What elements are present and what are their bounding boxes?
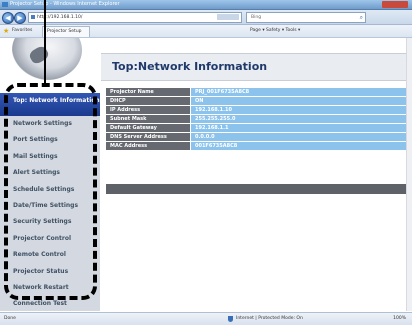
sidebar-item-projector-status[interactable]: Projector Status	[0, 264, 100, 280]
favorites-bar: ★ Favorites Projector Setup Page ▾ Safet…	[0, 25, 412, 38]
logo-swoosh	[12, 38, 82, 80]
table-row: Default Gateway 192.168.1.1	[106, 123, 412, 133]
sidebar-item-remote-control[interactable]: Remote Control	[0, 247, 100, 263]
table-row: MAC Address 001F6735A8C8	[106, 141, 412, 151]
row-value: 0.0.0.0	[191, 132, 412, 142]
table-row: Projector Name PRJ_001F6735A8C8	[106, 88, 412, 97]
window-controls[interactable]	[382, 1, 408, 8]
row-value: 001F6735A8C8	[191, 141, 412, 151]
row-label: Subnet Mask	[106, 114, 190, 124]
sidebar-item-alert-settings[interactable]: Alert Settings	[0, 165, 100, 181]
table-row: IP Address 192.168.1.10	[106, 105, 412, 115]
table-row: DNS Server Address 0.0.0.0	[106, 132, 412, 142]
sidebar-item-projector-control[interactable]: Projector Control	[0, 231, 100, 247]
sidebar-item-security-settings[interactable]: Security Settings	[0, 214, 100, 230]
row-label: Default Gateway	[106, 123, 190, 133]
row-value: 192.168.1.10	[191, 105, 412, 115]
sidebar-item-network-settings[interactable]: Network Settings	[0, 116, 100, 132]
row-label: IP Address	[106, 105, 190, 115]
row-value: PRJ_001F6735A8C8	[191, 88, 412, 97]
search-input[interactable]: Bing ⌕	[246, 12, 366, 23]
url-tools[interactable]	[217, 14, 239, 20]
sidebar: Top: Network Information Network Setting…	[0, 38, 100, 311]
back-arrow-icon: ◀	[5, 14, 11, 22]
back-button[interactable]: ◀	[2, 12, 14, 24]
logo	[0, 38, 100, 93]
security-zone-text: Internet | Protected Mode: On	[236, 316, 303, 321]
url-input[interactable]: http://192.168.1.10/	[28, 12, 242, 23]
sidebar-item-port-settings[interactable]: Port Settings	[0, 132, 100, 148]
window-titlebar: Projector Setup - Windows Internet Explo…	[0, 0, 412, 10]
forward-arrow-icon: ▶	[17, 14, 23, 22]
page-header: Top:Network Information	[101, 53, 412, 81]
row-value: 255.255.255.0	[191, 114, 412, 124]
row-value: ON	[191, 96, 412, 106]
search-placeholder: Bing	[251, 15, 262, 20]
sidebar-item-top-network-information[interactable]: Top: Network Information	[0, 93, 100, 116]
sidebar-item-date-time-settings[interactable]: Date/Time Settings	[0, 198, 100, 214]
row-label: DHCP	[106, 96, 190, 106]
row-label: DNS Server Address	[106, 132, 190, 142]
page-title: Top:Network Information	[112, 60, 268, 73]
sidebar-menu: Top: Network Information Network Setting…	[0, 93, 100, 313]
footer-band	[106, 184, 412, 194]
favorites-star-icon[interactable]: ★	[3, 25, 9, 37]
security-zone-icon	[228, 316, 233, 322]
sidebar-item-network-restart[interactable]: Network Restart	[0, 280, 100, 296]
search-icon[interactable]: ⌕	[360, 13, 363, 22]
command-bar[interactable]: Page ▾ Safety ▾ Tools ▾	[250, 25, 300, 37]
status-text: Done	[4, 316, 16, 321]
callout-pointer-line	[44, 0, 46, 86]
browser-tab-label: Projector Setup	[47, 29, 82, 34]
table-row: DHCP ON	[106, 96, 412, 106]
browser-app-icon	[2, 2, 8, 7]
row-label: MAC Address	[106, 141, 190, 151]
sidebar-item-connection-test[interactable]: Connection Test	[0, 296, 100, 312]
status-bar: Done Internet | Protected Mode: On 100%	[0, 312, 412, 325]
sidebar-item-schedule-settings[interactable]: Schedule Settings	[0, 182, 100, 198]
table-row: Subnet Mask 255.255.255.0	[106, 114, 412, 124]
zoom-level[interactable]: 100%	[393, 313, 406, 325]
row-label: Projector Name	[106, 88, 190, 97]
page-favicon	[31, 15, 35, 19]
browser-tab[interactable]: Projector Setup	[42, 26, 90, 37]
row-value: 192.168.1.1	[191, 123, 412, 133]
favorites-label[interactable]: Favorites	[12, 25, 32, 37]
address-bar: ◀ ▶ http://192.168.1.10/ Bing ⌕	[0, 10, 412, 25]
main-content: Top:Network Information Projector Name P…	[101, 38, 412, 311]
forward-button[interactable]: ▶	[14, 12, 26, 24]
sidebar-item-mail-settings[interactable]: Mail Settings	[0, 149, 100, 165]
network-info-table: Projector Name PRJ_001F6735A8C8 DHCP ON …	[106, 88, 412, 151]
window-title: Projector Setup - Windows Internet Explo…	[10, 1, 120, 7]
scrollbar[interactable]	[406, 38, 412, 311]
